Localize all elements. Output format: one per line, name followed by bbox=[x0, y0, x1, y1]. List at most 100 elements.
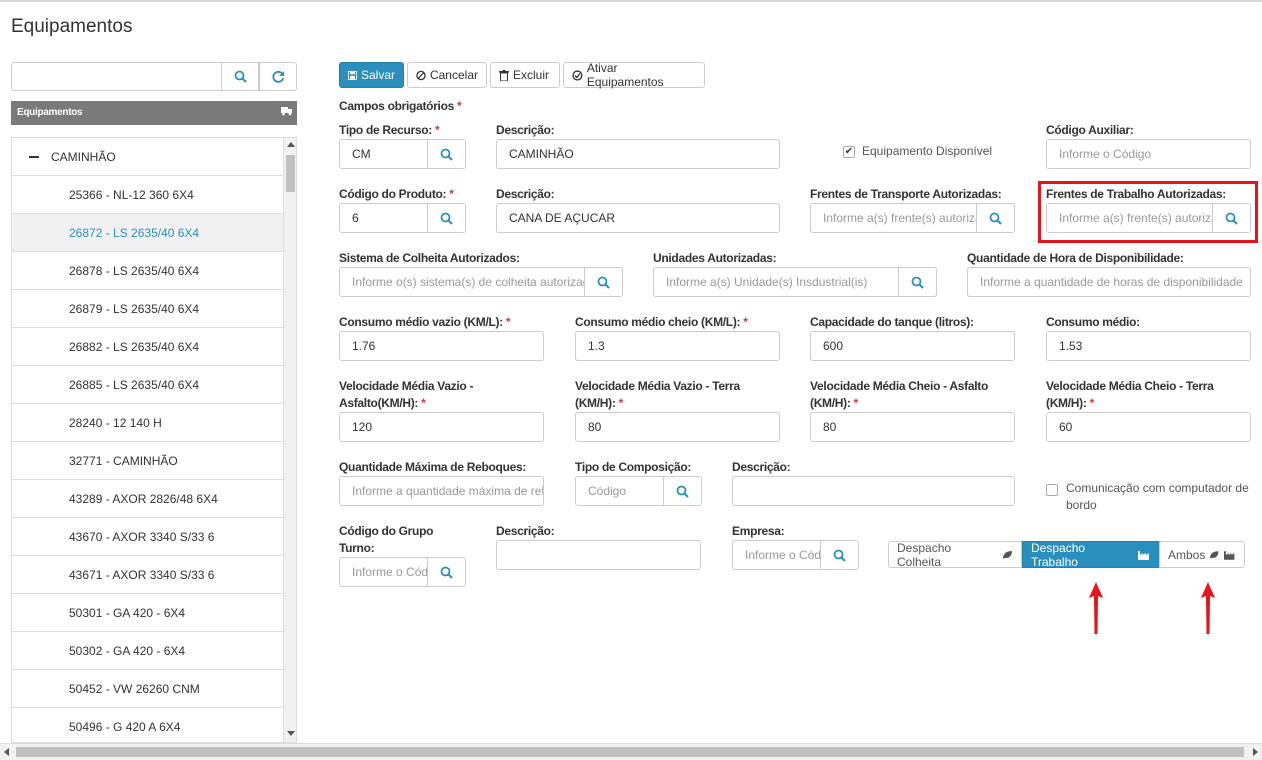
vel-vazio-asfalto-label: Velocidade Média Vazio - Asfalto(KM/H): * bbox=[339, 379, 474, 410]
tree-item[interactable]: 43671 - AXOR 3340 S/33 6 bbox=[12, 556, 283, 594]
tipo-composicao-label: Tipo de Composição: bbox=[575, 460, 692, 474]
sidebar-search-button[interactable] bbox=[221, 62, 259, 91]
ban-icon bbox=[416, 70, 426, 80]
red-arrow-annotation bbox=[1201, 582, 1215, 634]
scroll-right-icon[interactable] bbox=[1253, 748, 1258, 756]
tipo-composicao-search-button[interactable] bbox=[663, 476, 702, 506]
search-icon bbox=[833, 549, 846, 562]
search-icon bbox=[440, 212, 453, 225]
descricao1-label: Descrição: bbox=[496, 123, 555, 137]
despacho-colheita-button[interactable]: Despacho Colheita bbox=[888, 541, 1022, 569]
sistema-colheita-search-button[interactable] bbox=[584, 267, 623, 297]
ambos-button[interactable]: Ambos bbox=[1159, 541, 1245, 568]
refresh-icon bbox=[271, 70, 284, 83]
consumo-medio-label: Consumo médio: bbox=[1046, 315, 1140, 329]
tree-item[interactable]: 43670 - AXOR 3340 S/33 6 bbox=[12, 518, 283, 556]
vel-vazio-terra-input[interactable]: 80 bbox=[575, 412, 780, 442]
cancel-label: Cancelar bbox=[429, 68, 478, 82]
tipo-composicao-input[interactable]: Código bbox=[575, 476, 664, 506]
hscroll-thumb[interactable] bbox=[16, 747, 1244, 757]
truck-icon bbox=[281, 107, 292, 116]
codigo-produto-search-button[interactable] bbox=[427, 203, 466, 233]
tree-item[interactable]: 26882 - LS 2635/40 6X4 bbox=[12, 328, 283, 366]
descricao3-label: Descrição: bbox=[732, 460, 791, 474]
tree-item[interactable]: 50302 - GA 420 - 6X4 bbox=[12, 632, 283, 670]
scroll-down-icon[interactable] bbox=[287, 731, 295, 736]
save-label: Salvar bbox=[360, 68, 395, 82]
qtd-reboques-input[interactable]: Informe a quantidade máxima de reboques bbox=[339, 476, 544, 506]
vel-vazio-asfalto-input[interactable]: 120 bbox=[339, 412, 544, 442]
tree-root-label: CAMINHÃO bbox=[51, 149, 116, 164]
tree-scrollbar[interactable] bbox=[283, 137, 297, 743]
vel-cheio-asfalto-input[interactable]: 80 bbox=[810, 412, 1015, 442]
collapse-icon[interactable] bbox=[29, 155, 39, 158]
descricao1-input[interactable]: CAMINHÃO bbox=[496, 139, 780, 169]
frentes-transporte-input[interactable]: Informe a(s) frente(s) autorizada(s) bbox=[810, 203, 977, 233]
unidades-label: Unidades Autorizadas: bbox=[653, 251, 777, 265]
search-icon bbox=[911, 276, 924, 289]
tree-root-caminhao[interactable]: CAMINHÃO bbox=[12, 138, 283, 176]
unidades-input[interactable]: Informe a(s) Unidade(s) Insdustrial(is) bbox=[653, 267, 899, 297]
sidebar-header: Equipamentos bbox=[11, 101, 297, 125]
scroll-left-icon[interactable] bbox=[4, 748, 9, 756]
red-arrow-annotation bbox=[1089, 582, 1103, 634]
qtd-reboques-label: Quantidade Máxima de Reboques: bbox=[339, 460, 527, 474]
consumo-medio-input[interactable]: 1.53 bbox=[1046, 331, 1251, 361]
codigo-auxiliar-input[interactable]: Informe o Código bbox=[1046, 139, 1251, 169]
equipment-tree: CAMINHÃO 25366 - NL-12 360 6X4 26872 - L… bbox=[11, 137, 283, 743]
tree-item[interactable]: 28240 - 12 140 H bbox=[12, 404, 283, 442]
empresa-search-button[interactable] bbox=[820, 540, 859, 570]
tipo-recurso-input[interactable]: CM bbox=[339, 139, 428, 169]
empresa-input[interactable]: Informe o Código bbox=[732, 540, 821, 570]
grupo-turno-search-button[interactable] bbox=[427, 557, 466, 587]
descricao4-label: Descrição: bbox=[496, 524, 555, 538]
unidades-search-button[interactable] bbox=[898, 267, 937, 297]
sidebar-header-label: Equipamentos bbox=[17, 107, 83, 118]
scrollbar-thumb[interactable] bbox=[286, 155, 295, 192]
search-icon bbox=[440, 566, 453, 579]
codigo-produto-label: Código do Produto: * bbox=[339, 187, 454, 201]
activate-label: Ativar Equipamentos bbox=[586, 61, 664, 89]
descricao2-label: Descrição: bbox=[496, 187, 555, 201]
grupo-turno-label: Código do Grupo Turno: bbox=[339, 524, 434, 555]
comunicacao-checkbox[interactable] bbox=[1046, 484, 1058, 496]
consumo-vazio-label: Consumo médio vazio (KM/L): * bbox=[339, 315, 511, 329]
tree-item[interactable]: 25366 - NL-12 360 6X4 bbox=[12, 176, 283, 214]
frentes-transporte-search-button[interactable] bbox=[976, 203, 1015, 233]
descricao3-input[interactable] bbox=[732, 476, 1015, 506]
save-button[interactable]: Salvar bbox=[339, 62, 404, 88]
leaf-icon bbox=[1210, 550, 1219, 559]
cancel-button[interactable]: Cancelar bbox=[407, 62, 487, 88]
tree-item-selected[interactable]: 26872 - LS 2635/40 6X4 bbox=[12, 214, 283, 252]
tree-item[interactable]: 26878 - LS 2635/40 6X4 bbox=[12, 252, 283, 290]
tree-item[interactable]: 43289 - AXOR 2826/48 6X4 bbox=[12, 480, 283, 518]
delete-button[interactable]: Excluir bbox=[490, 62, 560, 88]
equip-disponivel-checkbox[interactable]: ✔ bbox=[843, 146, 855, 158]
tree-item[interactable]: 26885 - LS 2635/40 6X4 bbox=[12, 366, 283, 404]
codigo-produto-input[interactable]: 6 bbox=[339, 203, 428, 233]
consumo-cheio-input[interactable]: 1.3 bbox=[575, 331, 780, 361]
ambos-label: Ambos bbox=[1168, 547, 1206, 562]
descricao4-input[interactable] bbox=[496, 540, 701, 570]
activate-equipment-button[interactable]: Ativar Equipamentos bbox=[563, 61, 705, 89]
tree-item[interactable]: 50496 - G 420 A 6X4 bbox=[12, 708, 283, 742]
despacho-trabalho-button[interactable]: Despacho Trabalho bbox=[1022, 541, 1160, 569]
factory-icon bbox=[1223, 551, 1235, 560]
descricao2-input[interactable]: CANA DE AÇUCAR bbox=[496, 203, 780, 233]
scroll-up-icon[interactable] bbox=[287, 142, 295, 147]
consumo-vazio-input[interactable]: 1.76 bbox=[339, 331, 544, 361]
grupo-turno-input[interactable]: Informe o Código bbox=[339, 557, 428, 587]
vel-cheio-terra-input[interactable]: 60 bbox=[1046, 412, 1251, 442]
capacidade-tanque-input[interactable]: 600 bbox=[810, 331, 1015, 361]
page-horizontal-scrollbar[interactable] bbox=[0, 743, 1262, 760]
search-icon bbox=[597, 276, 610, 289]
sidebar-search-input[interactable] bbox=[11, 62, 222, 91]
tree-item[interactable]: 50301 - GA 420 - 6X4 bbox=[12, 594, 283, 632]
tree-item[interactable]: 32771 - CAMINHÃO bbox=[12, 442, 283, 480]
tipo-recurso-search-button[interactable] bbox=[427, 139, 466, 169]
sidebar-refresh-button[interactable] bbox=[259, 62, 297, 91]
tree-item[interactable]: 26879 - LS 2635/40 6X4 bbox=[12, 290, 283, 328]
sistema-colheita-input[interactable]: Informe o(s) sistema(s) de colheita auto… bbox=[339, 267, 585, 297]
qtd-hora-input[interactable]: Informe a quantidade de horas de disponi… bbox=[967, 267, 1251, 297]
tree-item[interactable]: 50452 - VW 26260 CNM bbox=[12, 670, 283, 708]
